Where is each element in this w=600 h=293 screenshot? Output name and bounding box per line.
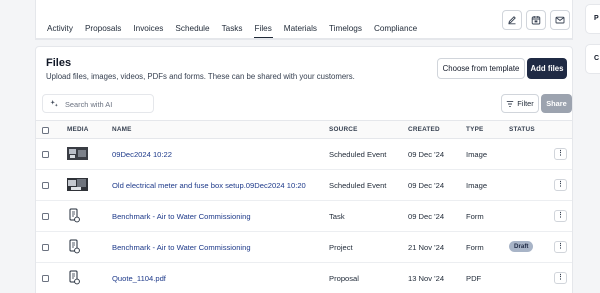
row-actions-button[interactable]: ⋮: [554, 241, 567, 253]
file-name-link[interactable]: 09Dec2024 10:22: [112, 150, 172, 159]
side-panel-p[interactable]: P: [585, 4, 600, 34]
column-type[interactable]: TYPE: [466, 126, 484, 133]
files-subtitle: Upload files, images, videos, PDFs and f…: [46, 72, 355, 81]
file-name-link[interactable]: Old electrical meter and fuse box setup.…: [112, 181, 306, 190]
tab-files[interactable]: Files: [253, 24, 274, 39]
filter-label: Filter: [517, 99, 534, 108]
side-panel-p-label: P: [594, 15, 599, 22]
add-files-button[interactable]: Add files: [527, 58, 567, 79]
file-type: Image: [466, 150, 488, 159]
row-checkbox[interactable]: [42, 244, 49, 251]
side-panel-c-label: C: [594, 55, 600, 62]
tab-materials[interactable]: Materials: [284, 24, 317, 34]
table-row[interactable]: Old electrical meter and fuse box setup.…: [36, 170, 572, 201]
table-row[interactable]: 09Dec2024 10:22 Scheduled Event 09 Dec '…: [36, 139, 572, 170]
tab-tasks[interactable]: Tasks: [222, 24, 243, 34]
row-checkbox[interactable]: [42, 213, 49, 220]
file-source: Scheduled Event: [329, 150, 387, 159]
row-actions-button[interactable]: ⋮: [554, 179, 567, 191]
file-created: 13 Nov '24: [408, 274, 445, 283]
image-thumbnail[interactable]: [67, 147, 88, 160]
search-placeholder: Search with AI: [65, 100, 113, 109]
tab-bar: Activity Proposals Invoices Schedule Tas…: [47, 24, 429, 39]
files-title: Files: [46, 57, 72, 69]
file-name-link[interactable]: Benchmark - Air to Water Commissioning: [112, 212, 251, 221]
column-status[interactable]: STATUS: [509, 126, 535, 133]
file-source: Proposal: [329, 274, 359, 283]
image-thumbnail[interactable]: [67, 178, 88, 191]
table-row[interactable]: Quote_1104.pdf Proposal 13 Nov '24 PDF ⋮: [36, 263, 572, 293]
file-created: 09 Dec '24: [408, 150, 445, 159]
file-type: Form: [466, 212, 484, 221]
file-name-link[interactable]: Benchmark - Air to Water Commissioning: [112, 243, 251, 252]
file-created: 21 Nov '24: [408, 243, 445, 252]
calendar-icon: [531, 16, 541, 25]
form-icon[interactable]: [69, 270, 80, 285]
file-source: Project: [329, 243, 353, 252]
calendar-button[interactable]: [526, 10, 546, 30]
filter-icon: [507, 100, 514, 107]
row-actions-button[interactable]: ⋮: [554, 148, 567, 160]
file-type: PDF: [466, 274, 482, 283]
tab-activity[interactable]: Activity: [47, 24, 73, 34]
status-badge: Draft: [509, 241, 534, 252]
mail-icon: [555, 16, 565, 24]
column-source[interactable]: SOURCE: [329, 126, 358, 133]
files-card: Files Upload files, images, videos, PDFs…: [35, 46, 573, 293]
row-checkbox[interactable]: [42, 275, 49, 282]
pencil-icon: [508, 16, 516, 25]
table-row[interactable]: Benchmark - Air to Water Commissioning P…: [36, 232, 572, 263]
row-actions-button[interactable]: ⋮: [554, 210, 567, 222]
row-checkbox[interactable]: [42, 151, 49, 158]
filter-button[interactable]: Filter: [501, 94, 539, 113]
tab-compliance[interactable]: Compliance: [374, 24, 417, 34]
file-type: Image: [466, 181, 488, 190]
tab-proposals[interactable]: Proposals: [85, 24, 121, 34]
row-checkbox[interactable]: [42, 182, 49, 189]
ai-search-input[interactable]: Search with AI: [42, 94, 154, 113]
tab-schedule[interactable]: Schedule: [175, 24, 209, 34]
choose-from-template-button[interactable]: Choose from template: [437, 58, 525, 79]
tab-invoices[interactable]: Invoices: [133, 24, 163, 34]
file-created: 09 Dec '24: [408, 212, 445, 221]
edit-button[interactable]: [502, 10, 522, 30]
side-panel-c[interactable]: C: [585, 44, 600, 74]
tab-divider: [36, 38, 572, 39]
table-row[interactable]: Benchmark - Air to Water Commissioning T…: [36, 201, 572, 232]
share-button[interactable]: Share: [541, 94, 572, 113]
column-name[interactable]: NAME: [112, 126, 132, 133]
column-media[interactable]: MEDIA: [67, 126, 89, 133]
file-source: Task: [329, 212, 345, 221]
sparkle-icon: [50, 99, 58, 107]
table-header: MEDIA NAME SOURCE CREATED TYPE STATUS: [36, 120, 572, 139]
tab-timelogs[interactable]: Timelogs: [329, 24, 362, 34]
file-name-link[interactable]: Quote_1104.pdf: [112, 274, 166, 283]
file-created: 09 Dec '24: [408, 181, 445, 190]
column-created[interactable]: CREATED: [408, 126, 440, 133]
form-icon[interactable]: [69, 239, 80, 254]
project-tabs-card: Activity Proposals Invoices Schedule Tas…: [35, 0, 573, 40]
select-all-checkbox[interactable]: [42, 127, 49, 134]
file-type: Form: [466, 243, 484, 252]
form-icon[interactable]: [69, 208, 80, 223]
email-button[interactable]: [550, 10, 570, 30]
row-actions-button[interactable]: ⋮: [554, 272, 567, 284]
file-source: Scheduled Event: [329, 181, 387, 190]
